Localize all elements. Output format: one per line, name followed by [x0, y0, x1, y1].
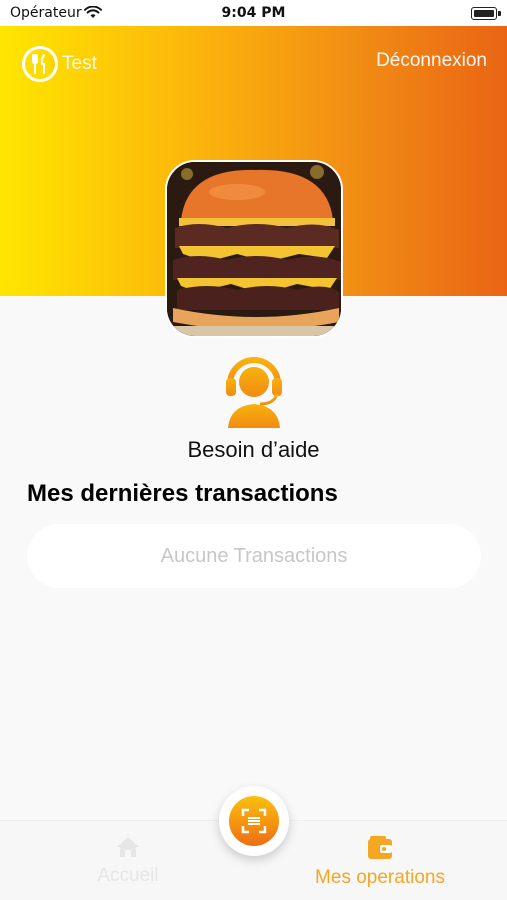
brand[interactable]: Test [22, 46, 97, 82]
empty-message: Aucune Transactions [160, 544, 348, 567]
scan-button[interactable] [219, 786, 289, 856]
logout-button[interactable]: Déconnexion [376, 50, 487, 72]
wallet-icon [368, 836, 392, 859]
home-icon [117, 837, 139, 857]
clock: 9:04 PM [221, 5, 286, 21]
tab-home[interactable]: Accueil [78, 835, 178, 887]
headset-support-icon [225, 357, 282, 428]
tab-home-label: Accueil [97, 865, 159, 886]
help-section[interactable]: Besoin d’aide [0, 350, 507, 463]
status-bar: Opérateur 9:04 PM [0, 0, 507, 26]
battery-icon [471, 7, 501, 20]
tab-operations[interactable]: Mes operations [300, 835, 460, 889]
scan-button-fill [229, 796, 279, 846]
brand-name: Test [62, 53, 97, 74]
tab-operations-label: Mes operations [315, 867, 445, 888]
burger-image [165, 160, 343, 338]
qr-scan-icon [241, 808, 267, 834]
help-label: Besoin d’aide [187, 437, 320, 462]
restaurant-logo-icon [22, 46, 58, 82]
transactions-empty-state: Aucune Transactions [27, 524, 481, 588]
transactions-title: Mes dernières transactions [27, 480, 338, 507]
